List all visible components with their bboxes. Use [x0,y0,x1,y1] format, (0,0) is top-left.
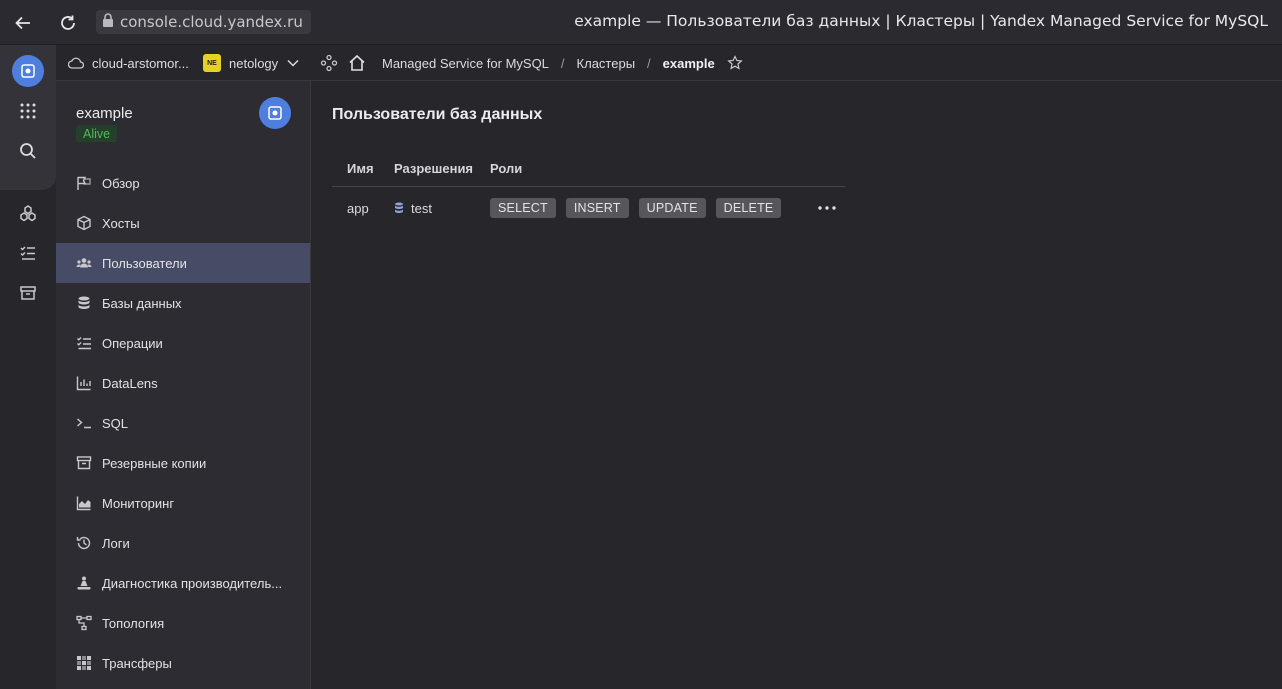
folder-selector[interactable]: NE netology [203,45,299,81]
cluster-nav: Обзор Хосты Пользователи Базы данных Опе… [56,163,310,683]
cube-icon [76,215,92,231]
page-tab-title: example — Пользователи баз данных | Клас… [574,12,1268,30]
sidebar-item-label: SQL [102,415,129,431]
persons-icon [76,255,92,271]
address-bar[interactable]: console.cloud.yandex.ru [96,10,311,34]
column-header-permissions[interactable]: Разрешения [394,161,490,176]
cluster-nodes-icon[interactable] [14,199,42,227]
sidebar-item-label: DataLens [102,375,158,391]
sidebar-item-overview[interactable]: Обзор [56,163,310,203]
breadcrumb-clusters[interactable]: Кластеры [577,56,636,71]
sidebar-item-label: Обзор [102,175,140,191]
list-check-icon [76,335,92,351]
global-nav-rail [0,45,56,689]
sidebar-item-label: Хосты [102,215,140,231]
sidebar-item-sql[interactable]: SQL [56,403,310,443]
topology-icon [76,615,92,631]
sidebar-item-label: Пользователи [102,255,187,271]
cluster-name: example [76,105,133,122]
role-tag: SELECT [490,198,556,218]
role-tag: UPDATE [638,198,706,218]
sidebar-item-label: Резервные копии [102,455,207,471]
mysql-cluster-logo-icon [259,97,291,129]
breadcrumb-separator: / [560,55,565,71]
status-badge: Alive [76,125,118,142]
users-table: Имя Разрешения Роли app test SELECT INSE… [332,151,845,229]
chart-area-icon [76,495,92,511]
services-icon[interactable] [320,45,338,81]
terminal-icon [76,415,92,431]
cloud-name: cloud-arstomor... [92,55,189,71]
mysql-service-logo-icon[interactable] [12,55,44,87]
transfer-icon [76,655,92,671]
sidebar-item-label: Трансферы [102,655,172,671]
column-header-name[interactable]: Имя [332,161,394,176]
sidebar-item-logs[interactable]: Логи [56,523,310,563]
sidebar-item-diagnostics[interactable]: Диагностика производитель... [56,563,310,603]
lock-icon [102,12,114,32]
bar-chart-icon [76,375,92,391]
row-actions-menu-icon[interactable] [812,206,842,210]
table-row[interactable]: app test SELECT INSERT UPDATE DELETE [332,187,845,229]
url-text: console.cloud.yandex.ru [120,13,303,31]
sidebar-item-operations[interactable]: Операции [56,323,310,363]
home-icon[interactable] [348,45,366,81]
sidebar-item-topology[interactable]: Топология [56,603,310,643]
sidebar-item-monitoring[interactable]: Мониторинг [56,483,310,523]
permission-database-name[interactable]: test [411,201,432,216]
operations-list-icon[interactable] [14,239,42,267]
breadcrumb-current-cluster: example [662,55,715,71]
page-title: Пользователи баз данных [332,106,543,123]
permission-cell: test [394,201,490,216]
user-name: app [347,200,369,216]
sidebar-item-label: Мониторинг [102,495,175,511]
sidebar-item-transfers[interactable]: Трансферы [56,643,310,683]
archive-icon[interactable] [14,279,42,307]
back-arrow-icon[interactable] [12,12,34,34]
folder-name: netology [229,55,279,71]
sidebar-item-backups[interactable]: Резервные копии [56,443,310,483]
sidebar-item-hosts[interactable]: Хосты [56,203,310,243]
folder-badge: NE [203,54,221,72]
database-icon [76,295,92,311]
role-tag: DELETE [715,198,782,218]
diagnostics-icon [76,575,92,591]
flag-icon [76,175,92,191]
console-header: cloud-arstomor... NE netology Managed Se… [56,45,1282,81]
history-icon [76,535,92,551]
sidebar-item-label: Топология [102,615,165,631]
sidebar-item-users[interactable]: Пользователи [56,243,310,283]
sidebar-item-label: Логи [102,535,130,551]
main-content: Пользователи баз данных Имя Разрешения Р… [312,81,1282,689]
table-header: Имя Разрешения Роли [332,151,845,187]
sidebar-item-label: Базы данных [102,295,182,311]
breadcrumb: Managed Service for MySQL / Кластеры / e… [382,45,743,81]
cluster-sidebar: example Alive Обзор Хосты Пользователи Б… [56,81,311,689]
all-services-grid-icon[interactable] [14,97,42,125]
star-icon[interactable] [727,55,743,71]
breadcrumb-service[interactable]: Managed Service for MySQL [382,56,549,71]
reload-icon[interactable] [57,12,79,34]
sidebar-item-label: Операции [102,335,163,351]
search-icon[interactable] [14,137,42,165]
role-tag: INSERT [565,198,629,218]
database-icon [394,202,404,214]
cloud-icon [68,57,84,69]
sidebar-item-datalens[interactable]: DataLens [56,363,310,403]
breadcrumb-separator: / [647,55,651,71]
sidebar-item-databases[interactable]: Базы данных [56,283,310,323]
cloud-selector[interactable]: cloud-arstomor... [68,45,189,81]
roles-cell: SELECT INSERT UPDATE DELETE [490,198,807,218]
archive-icon [76,455,92,471]
column-header-roles[interactable]: Роли [490,161,807,176]
sidebar-item-label: Диагностика производитель... [102,575,283,591]
browser-toolbar: console.cloud.yandex.ru example — Пользо… [0,0,1282,45]
chevron-down-icon [287,59,299,67]
